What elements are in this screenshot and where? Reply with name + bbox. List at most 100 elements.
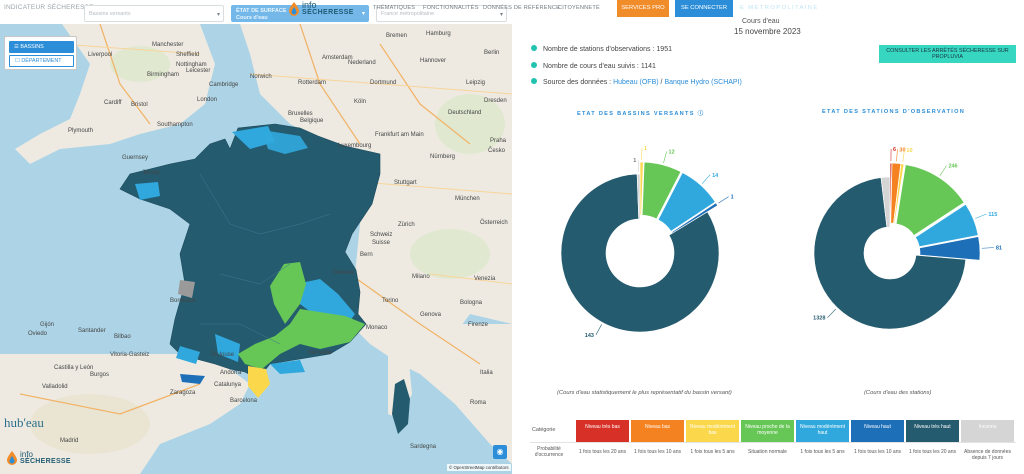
- info-icon[interactable]: ⓘ: [698, 111, 705, 117]
- services-pro-button[interactable]: SERVICES PRO: [617, 0, 669, 17]
- slice-label-connector: [939, 165, 947, 176]
- region-title: E MÉTROPOLITAINE: [740, 5, 819, 11]
- source-hubeau-link[interactable]: Hubeau (OFB): [613, 79, 659, 86]
- slice-label-connector: [718, 196, 729, 204]
- svg-text:Catalunya: Catalunya: [214, 382, 242, 388]
- info-secheresse-logo[interactable]: info SÉCHERESSE: [4, 450, 84, 472]
- slice-label-connector: [981, 247, 994, 249]
- current-date: 15 novembre 2023: [734, 27, 801, 36]
- slice-label-connector: [827, 308, 836, 318]
- svg-text:Berlin: Berlin: [484, 50, 499, 56]
- svg-text:Nederland: Nederland: [348, 60, 376, 66]
- legend-frequency-cell: Absence de données depuis 7 jours: [964, 449, 1011, 461]
- svg-text:Bologna: Bologna: [460, 300, 483, 306]
- nav-donnees-reference[interactable]: DONNÉES DE RÉFÉRENCE: [483, 5, 560, 11]
- site-logo[interactable]: info SÉCHERESSE: [288, 0, 368, 24]
- date-label: Cours d'eau: [742, 18, 780, 25]
- legend-probability-label: Probabilité d'occurrence: [534, 446, 564, 458]
- svg-text:London: London: [197, 97, 217, 103]
- bullet-icon: [531, 62, 537, 68]
- svg-text:Plymouth: Plymouth: [68, 128, 93, 134]
- svg-text:Castilla y León: Castilla y León: [54, 365, 93, 371]
- svg-text:Cambridge: Cambridge: [209, 82, 239, 88]
- svg-text:Suisse: Suisse: [372, 240, 391, 246]
- svg-text:Sardegna: Sardegna: [410, 444, 437, 450]
- svg-text:Southampton: Southampton: [157, 122, 193, 128]
- nav-thematiques[interactable]: THÉMATIQUES: [373, 5, 415, 11]
- slice-label-connector: [595, 324, 602, 336]
- svg-text:Cardiff: Cardiff: [104, 100, 122, 106]
- legend-frequency-cell: 1 fois tous les 5 ans: [690, 449, 735, 455]
- svg-text:Sheffield: Sheffield: [176, 52, 199, 58]
- legend-category-cell: Niveau haut: [851, 420, 904, 442]
- slice-value-label: 12: [669, 149, 675, 155]
- camera-icon[interactable]: ◉: [493, 445, 507, 459]
- basin-select[interactable]: Bassins versants ▾: [84, 5, 224, 22]
- department-layer-label: DÉPARTEMENT: [21, 58, 62, 64]
- map-canvas[interactable]: Manchester Sheffield Liverpool Nottingha…: [0, 24, 512, 474]
- svg-text:Oviedo: Oviedo: [28, 331, 48, 337]
- region-select-value: France métropolitaine: [381, 11, 435, 17]
- legend-category-cell: Niveau proche de la moyenne: [741, 420, 794, 442]
- svg-text:Zaragoza: Zaragoza: [170, 390, 196, 396]
- slice-value-label: 10: [906, 148, 912, 154]
- svg-text:Guernsey: Guernsey: [122, 155, 148, 161]
- stat-stations: Nombre de stations d'observations : 1951: [531, 45, 672, 53]
- top-bar: INDICATEUR SÉCHERESSE Bassins versants ▾…: [0, 0, 1024, 24]
- svg-text:Andorra: Andorra: [220, 370, 242, 376]
- svg-text:Stuttgart: Stuttgart: [394, 180, 417, 186]
- source-banque-hydro-link[interactable]: Banque Hydro (SCHAPI): [664, 79, 741, 86]
- svg-text:Belgique: Belgique: [300, 118, 324, 124]
- svg-text:Köln: Köln: [354, 99, 366, 105]
- legend-frequency-cell: 1 fois tous les 20 ans: [909, 449, 956, 455]
- water-drop-icon: [289, 2, 299, 16]
- svg-text:Bern: Bern: [360, 252, 373, 258]
- legend-category-cell: Niveau modérément bas: [686, 420, 739, 442]
- logo-brand-text: SÉCHERESSE: [302, 9, 354, 16]
- nav-citoyennete[interactable]: CITOYENNETÉ: [558, 5, 600, 11]
- svg-text:Luxembourg: Luxembourg: [338, 143, 371, 149]
- svg-text:Zürich: Zürich: [398, 222, 415, 228]
- svg-text:Bordeaux: Bordeaux: [170, 298, 196, 304]
- legend-category-label: Catégorie: [532, 427, 556, 433]
- svg-text:Leipzig: Leipzig: [466, 80, 485, 86]
- legend-frequency-cell: Situation normale: [748, 449, 787, 455]
- svg-text:Burgos: Burgos: [90, 372, 109, 378]
- basins-donut-chart: 1 12 14 1 143 1: [560, 146, 734, 339]
- svg-text:Madrid: Madrid: [60, 438, 78, 444]
- indicator-label: INDICATEUR SÉCHERESSE: [4, 4, 94, 11]
- filter-bar: INDICATEUR SÉCHERESSE Bassins versants ▾…: [0, 0, 512, 24]
- slice-value-label: 14: [712, 173, 719, 179]
- department-layer-button[interactable]: ☐ DÉPARTEMENT: [9, 55, 74, 67]
- legend-frequency-cell: 1 fois tous les 5 ans: [800, 449, 845, 455]
- svg-text:Manchester: Manchester: [152, 42, 183, 48]
- svg-text:Hannover: Hannover: [420, 58, 446, 64]
- map-view[interactable]: Manchester Sheffield Liverpool Nottingha…: [0, 24, 512, 474]
- nav-fonctionnalites[interactable]: FONCTIONNALITÉS: [423, 5, 479, 11]
- svg-text:Genève: Genève: [333, 270, 355, 276]
- slice-label-connector: [896, 149, 898, 162]
- svg-text:Monaco: Monaco: [366, 325, 388, 331]
- legend-frequency-cell: 1 fois tous les 10 ans: [634, 449, 681, 455]
- basins-layer-button[interactable]: ☰ BASSINS VERSANTS: [9, 41, 74, 62]
- map-attribution[interactable]: © OpenStreetMap contributors: [447, 464, 511, 471]
- source-label: Source des données :: [543, 79, 614, 86]
- svg-text:Praha: Praha: [490, 138, 507, 144]
- svg-text:Venezia: Venezia: [474, 276, 496, 282]
- svg-text:Österreich: Österreich: [480, 219, 508, 226]
- slice-value-label: 1: [644, 146, 647, 152]
- svg-text:Jersey: Jersey: [142, 170, 160, 176]
- svg-text:Nürnberg: Nürnberg: [430, 154, 455, 160]
- svg-text:Deutschland: Deutschland: [448, 110, 481, 116]
- propluvia-button[interactable]: CONSULTER LES ARRÊTÉS SÉCHERESSE SUR PRO…: [879, 45, 1016, 63]
- hubeau-logo[interactable]: hub'eau: [4, 414, 64, 436]
- svg-text:Vitoria-Gasteiz: Vitoria-Gasteiz: [110, 352, 149, 358]
- chart2-title: ETAT DES STATIONS D'OBSERVATION: [822, 109, 966, 115]
- login-button[interactable]: SE CONNECTER: [675, 0, 733, 17]
- legend-category-cell: Niveau modérément haut: [796, 420, 849, 442]
- svg-text:Leicester: Leicester: [186, 68, 210, 74]
- slice-value-label: 6: [893, 147, 896, 153]
- svg-text:Norwich: Norwich: [250, 74, 272, 80]
- stat-stations-value: 1951: [656, 46, 672, 53]
- chart1-title-text: ETAT DES BASSINS VERSANTS: [577, 111, 695, 117]
